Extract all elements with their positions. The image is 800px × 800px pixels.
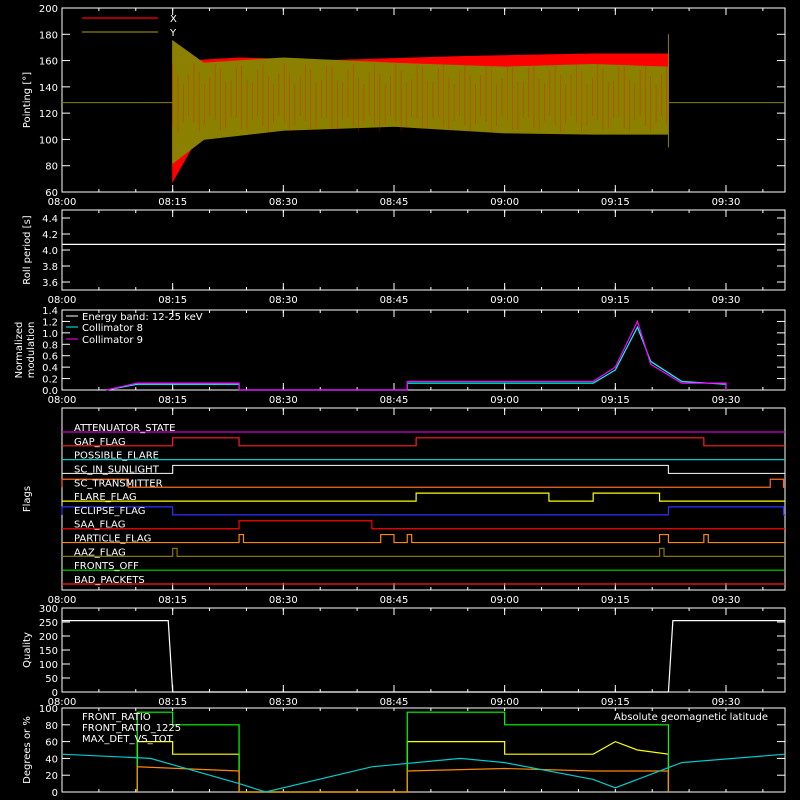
flag-label-fronts-off: FRONTS_OFF — [74, 561, 139, 572]
y-tick-label: 0 — [52, 688, 58, 699]
flag-label-saa-flag: SAA_FLAG — [74, 520, 125, 531]
y-tick-label: 0.6 — [42, 352, 58, 363]
x-tick-label: 08:15 — [158, 197, 187, 208]
flag-label-possible-flare: POSSIBLE_FLARE — [74, 451, 159, 462]
y-tick-label: 150 — [39, 646, 58, 657]
x-tick-label: 09:30 — [712, 395, 741, 406]
y-tick-label: 100 — [39, 704, 58, 715]
x-tick-label: 08:30 — [269, 197, 298, 208]
x-tick-label: 08:45 — [380, 595, 409, 606]
y-tick-label: 140 — [39, 83, 58, 94]
rhessi-summary-chart: 08:00 08:15 08:30 08:45 09:00 09:15 09:30 60 80 1… — [0, 0, 800, 800]
x-tick-label: 09:15 — [601, 595, 630, 606]
x-tick-label: 08:30 — [269, 295, 298, 306]
y-tick-label: 80 — [45, 162, 58, 173]
legend-label-collimator-9: Collimator 9 — [82, 335, 143, 346]
y-tick-label: 180 — [39, 30, 58, 41]
y-tick-label: 1.2 — [42, 317, 58, 328]
x-tick-label: 08:45 — [380, 197, 409, 208]
y-tick-label: 0.8 — [42, 340, 58, 351]
y-tick-label: 4.0 — [42, 246, 58, 257]
y-tick-label: 50 — [45, 674, 58, 685]
x-tick-label: 09:00 — [490, 697, 519, 708]
legend-label-absolute-geomagnetic-latitude: Absolute geomagnetic latitude — [614, 712, 768, 723]
flag-label-gap-flag: GAP_FLAG — [74, 437, 126, 448]
x-tick-label: 08:45 — [380, 295, 409, 306]
x-tick-label: 08:30 — [269, 395, 298, 406]
y-tick-label: 3.6 — [42, 278, 58, 289]
x-tick-label: 09:30 — [712, 595, 741, 606]
y-tick-label: 200 — [39, 632, 58, 643]
y-axis-label: Flags — [22, 486, 33, 512]
y-tick-label: 0.0 — [42, 386, 58, 397]
x-tick-label: 08:15 — [158, 595, 187, 606]
y-tick-label: 100 — [39, 135, 58, 146]
x-tick-label: 09:30 — [712, 295, 741, 306]
x-tick-label: 08:00 — [48, 295, 77, 306]
y-axis-label: Pointing [°] — [22, 72, 33, 128]
x-tick-label: 08:15 — [158, 395, 187, 406]
x-tick-label: 09:00 — [490, 395, 519, 406]
x-tick-label: 09:00 — [490, 595, 519, 606]
y-tick-label: 1.0 — [42, 329, 58, 340]
y-axis-label: modulation — [26, 322, 37, 379]
legend-label-front-ratio-1225: FRONT_RATIO_1225 — [82, 723, 181, 734]
y-tick-label: 4.2 — [42, 230, 58, 241]
y-tick-label: 80 — [45, 721, 58, 732]
flag-label-particle-flag: PARTICLE_FLAG — [74, 534, 151, 545]
annotation-energy-band: Energy band: 12-25 keV — [82, 312, 203, 323]
y-tick-label: 60 — [45, 738, 58, 749]
y-axis-label: Quality — [22, 632, 33, 668]
flag-label-bad-packets: BAD_PACKETS — [74, 575, 145, 586]
y-tick-label: 100 — [39, 660, 58, 671]
y-tick-label: 0 — [52, 788, 58, 799]
y-tick-label: 300 — [39, 604, 58, 615]
legend-label-y: Y — [169, 28, 177, 39]
x-tick-label: 09:15 — [601, 697, 630, 708]
x-tick-label: 08:30 — [269, 697, 298, 708]
x-tick-label: 08:45 — [380, 697, 409, 708]
y-axis-label: Normalized — [14, 322, 25, 379]
flag-label-attenuator-state: ATTENUATOR_STATE — [74, 423, 175, 434]
legend-label-collimator-8: Collimator 8 — [82, 323, 143, 334]
y-tick-label: 160 — [39, 57, 58, 68]
flag-label-eclipse-flag: ECLIPSE_FLAG — [74, 506, 145, 517]
flag-label-sc-in-sunlight: SC_IN_SUNLIGHT — [74, 464, 160, 475]
x-tick-label: 09:15 — [601, 295, 630, 306]
x-tick-label: 09:15 — [601, 197, 630, 208]
legend-label-front-ratio: FRONT_RATIO — [82, 712, 151, 723]
x-tick-label: 09:00 — [490, 197, 519, 208]
x-tick-label: 08:15 — [158, 295, 187, 306]
y-tick-label: 1.4 — [42, 306, 58, 317]
y-tick-label: 120 — [39, 109, 58, 120]
y-tick-label: 60 — [45, 188, 58, 199]
x-tick-label: 09:15 — [601, 395, 630, 406]
y-tick-label: 250 — [39, 618, 58, 629]
y-tick-label: 40 — [45, 754, 58, 765]
y-tick-label: 3.8 — [42, 262, 58, 273]
x-tick-label: 08:15 — [158, 697, 187, 708]
y-axis-label: Roll period [s] — [22, 215, 33, 284]
x-tick-label: 09:30 — [712, 697, 741, 708]
flag-label-flare-flag: FLARE_FLAG — [74, 492, 137, 503]
flag-label-aaz-flag: AAZ_FLAG — [74, 547, 126, 558]
legend-label-x: X — [170, 14, 177, 25]
x-tick-label: 09:30 — [712, 197, 741, 208]
y-tick-label: 200 — [39, 4, 58, 15]
x-tick-label: 08:45 — [380, 395, 409, 406]
x-tick-label: 09:00 — [490, 295, 519, 306]
x-tick-label: 08:30 — [269, 595, 298, 606]
flag-label-sc-transmitter: SC_TRANSMITTER — [74, 478, 163, 489]
y-axis-label: Degrees or % — [22, 716, 33, 784]
y-tick-label: 0.2 — [42, 375, 58, 386]
legend-label-max-det-vs-tot: MAX_DET_VS_TOT — [82, 734, 174, 745]
y-tick-label: 4.4 — [42, 214, 58, 225]
y-tick-label: 0.4 — [42, 363, 58, 374]
y-tick-label: 20 — [45, 771, 58, 782]
